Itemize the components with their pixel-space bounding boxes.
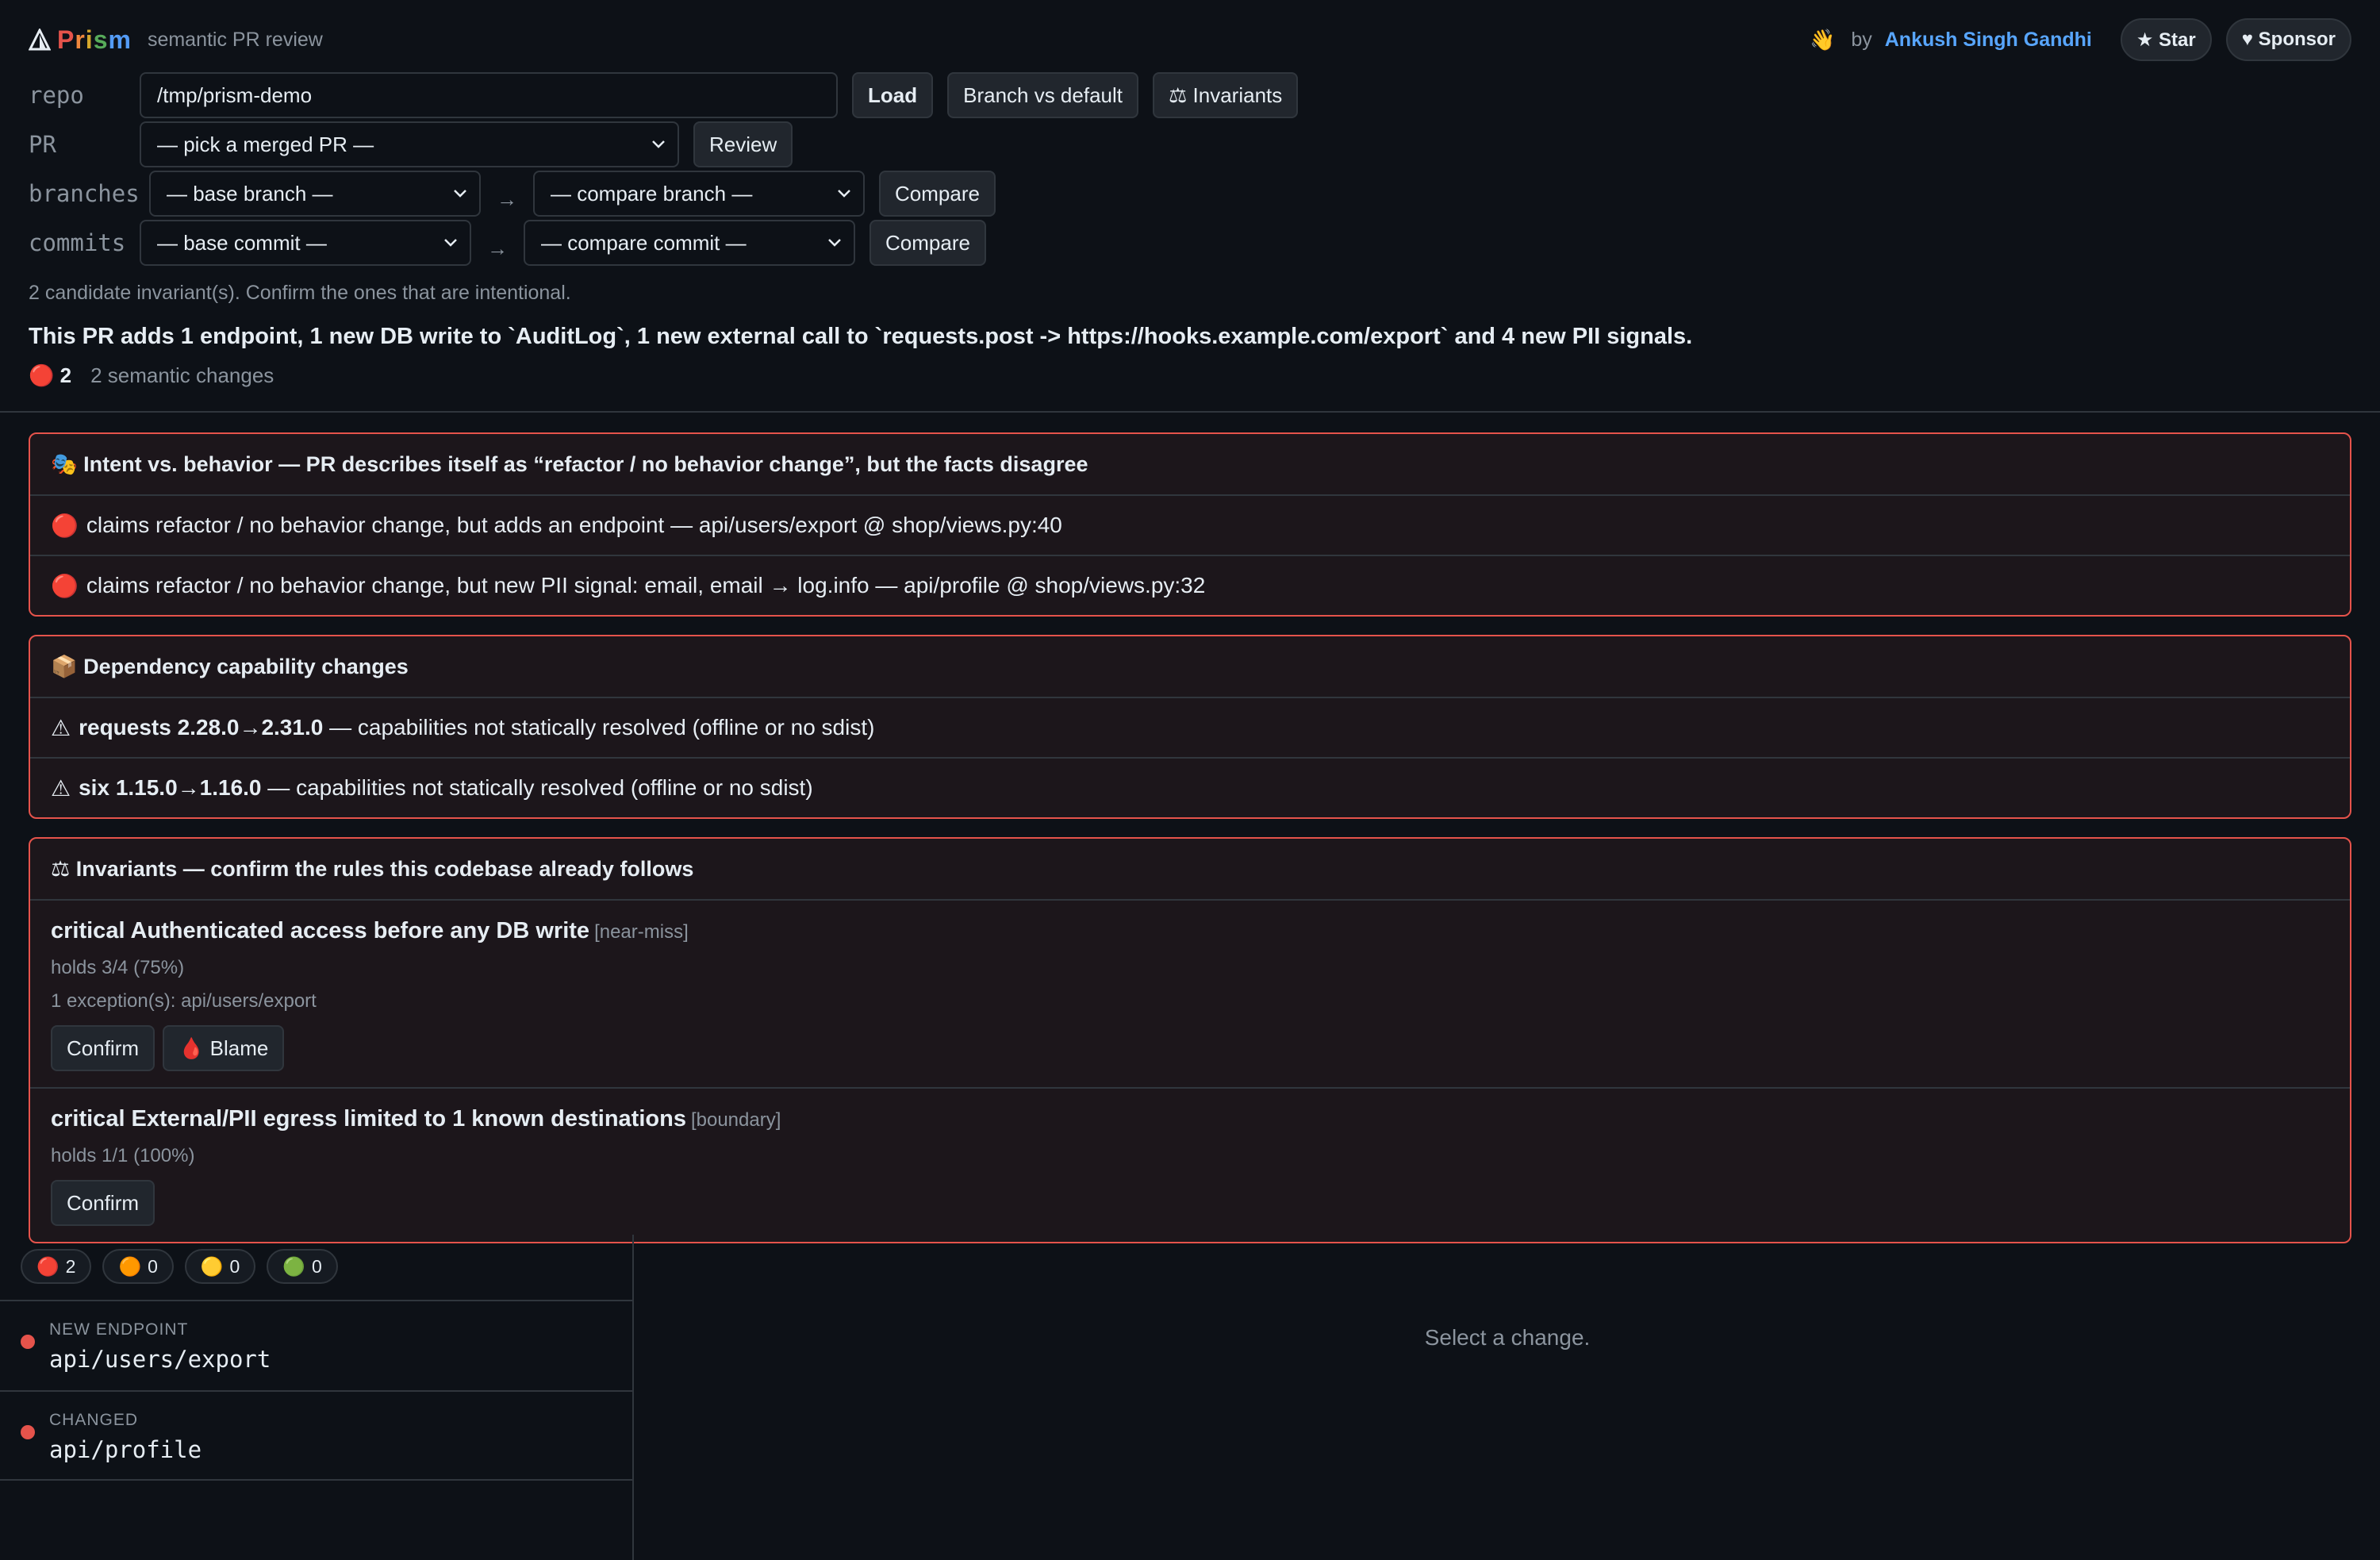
compare-commit-value: — compare commit — bbox=[541, 230, 747, 255]
change-list-item[interactable]: NEW ENDPOINT api/users/export bbox=[0, 1300, 632, 1390]
chevron-down-icon bbox=[828, 239, 841, 247]
divider bbox=[0, 411, 2380, 413]
orange-circle-icon: 🟠 bbox=[118, 1255, 142, 1277]
invariants-button[interactable]: ⚖ Invariants bbox=[1153, 72, 1299, 118]
dependency-package: six 1.15.0→1.16.0 bbox=[79, 775, 262, 800]
wave-icon: 👋 bbox=[1809, 27, 1836, 52]
red-count-badge: 🔴 2 bbox=[29, 363, 72, 387]
severity-dot bbox=[21, 1335, 35, 1349]
detail-placeholder: Select a change. bbox=[1424, 1325, 1591, 1350]
repo-row: repo /tmp/prism-demo Load Branch vs defa… bbox=[29, 72, 1299, 118]
prism-logo-icon bbox=[29, 29, 51, 51]
change-path: api/profile bbox=[49, 1436, 202, 1463]
invariant-tag: [boundary] bbox=[690, 1109, 781, 1131]
compare-branches-button[interactable]: Compare bbox=[879, 171, 996, 217]
invariant-title: critical Authenticated access before any… bbox=[51, 918, 689, 943]
star-button[interactable]: ★ Star bbox=[2120, 18, 2212, 61]
repo-input[interactable]: /tmp/prism-demo bbox=[140, 72, 838, 118]
intent-row-text: claims refactor / no behavior change, bu… bbox=[86, 573, 1206, 597]
change-list-pane: 🔴 2 🟠 0 🟡 0 🟢 0 NEW ENDPOINT api/users/expor… bbox=[0, 1235, 634, 1560]
invariant-tag: [near-miss] bbox=[594, 921, 689, 943]
invariant-title: critical External/PII egress limited to … bbox=[51, 1106, 781, 1132]
pr-select-value: — pick a merged PR — bbox=[157, 132, 374, 156]
repo-label: repo bbox=[29, 82, 84, 109]
yellow-circle-icon: 🟡 bbox=[200, 1255, 224, 1277]
dependency-panel-title: 📦 Dependency capability changes bbox=[51, 655, 409, 678]
change-path: api/users/export bbox=[49, 1346, 271, 1373]
dependency-row: ⚠ requests 2.28.0→2.31.0 — capabilities … bbox=[30, 697, 2350, 757]
change-kind: NEW ENDPOINT bbox=[49, 1320, 189, 1339]
dependency-package: requests 2.28.0→2.31.0 bbox=[79, 715, 324, 740]
commits-row: commits — base commit — → — compare comm… bbox=[29, 220, 986, 266]
dependency-text: — capabilities not statically resolved (… bbox=[323, 715, 875, 740]
dependency-row: ⚠ six 1.15.0→1.16.0 — capabilities not s… bbox=[30, 757, 2350, 817]
severity-summary: 🔴 2 2 semantic changes bbox=[29, 363, 274, 388]
dependency-text: — capabilities not statically resolved (… bbox=[261, 775, 813, 800]
app-title: Prism bbox=[57, 25, 132, 54]
chevron-down-icon bbox=[454, 190, 466, 198]
warning-icon: ⚠ bbox=[51, 775, 71, 801]
severity-filters: 🔴 2 🟠 0 🟡 0 🟢 0 bbox=[0, 1235, 632, 1300]
red-circle-icon: 🔴 bbox=[51, 573, 79, 598]
compare-commit-select[interactable]: — compare commit — bbox=[524, 220, 855, 266]
filter-chip-yellow[interactable]: 🟡 0 bbox=[184, 1249, 256, 1284]
invariant-item: critical Authenticated access before any… bbox=[30, 899, 2350, 1087]
invariant-item: critical External/PII egress limited to … bbox=[30, 1087, 2350, 1242]
pr-label: PR bbox=[29, 131, 56, 158]
load-button[interactable]: Load bbox=[852, 72, 934, 118]
base-branch-value: — base branch — bbox=[167, 181, 333, 206]
base-commit-value: — base commit — bbox=[157, 230, 327, 255]
review-button[interactable]: Review bbox=[693, 121, 793, 167]
red-circle-icon: 🔴 bbox=[36, 1255, 60, 1277]
chevron-down-icon bbox=[444, 239, 457, 247]
confirm-button[interactable]: Confirm bbox=[51, 1180, 155, 1226]
branches-row: branches — base branch — → — compare bra… bbox=[29, 171, 996, 217]
chevron-down-icon bbox=[652, 140, 665, 148]
warning-icon: ⚠ bbox=[51, 715, 71, 740]
commits-label: commits bbox=[29, 229, 126, 256]
change-list-item[interactable]: CHANGED api/profile bbox=[0, 1390, 632, 1481]
filter-chip-red[interactable]: 🔴 2 bbox=[21, 1249, 92, 1284]
chevron-down-icon bbox=[838, 190, 850, 198]
intent-row[interactable]: 🔴 claims refactor / no behavior change, … bbox=[30, 494, 2350, 555]
compare-branch-value: — compare branch — bbox=[551, 181, 753, 206]
compare-commits-button[interactable]: Compare bbox=[869, 220, 986, 266]
blame-button[interactable]: 🩸 Blame bbox=[163, 1025, 285, 1071]
red-circle-icon: 🔴 bbox=[51, 513, 79, 538]
change-kind: CHANGED bbox=[49, 1411, 139, 1429]
invariant-exceptions: 1 exception(s): api/users/export bbox=[51, 990, 317, 1012]
invariant-holds: holds 3/4 (75%) bbox=[51, 957, 185, 978]
pr-summary: This PR adds 1 endpoint, 1 new DB write … bbox=[29, 324, 1693, 349]
invariants-panel: ⚖ Invariants — confirm the rules this co… bbox=[29, 837, 2351, 1243]
invariant-holds: holds 1/1 (100%) bbox=[51, 1145, 195, 1166]
semantic-changes-count: 2 semantic changes bbox=[90, 363, 274, 387]
pr-select[interactable]: — pick a merged PR — bbox=[140, 121, 679, 167]
sponsor-button[interactable]: ♥ Sponsor bbox=[2225, 18, 2351, 61]
base-branch-select[interactable]: — base branch — bbox=[149, 171, 481, 217]
intent-panel-title: 🎭 Intent vs. behavior — PR describes its… bbox=[51, 452, 1088, 476]
branch-vs-default-button[interactable]: Branch vs default bbox=[947, 72, 1138, 118]
intent-row[interactable]: 🔴 claims refactor / no behavior change, … bbox=[30, 555, 2350, 615]
intent-row-text: claims refactor / no behavior change, bu… bbox=[86, 513, 1062, 537]
invariant-note: 2 candidate invariant(s). Confirm the on… bbox=[29, 282, 571, 304]
dependency-panel: 📦 Dependency capability changes ⚠ reques… bbox=[29, 635, 2351, 819]
green-circle-icon: 🟢 bbox=[282, 1255, 305, 1277]
tagline: semantic PR review bbox=[147, 28, 323, 51]
arrow-icon: → bbox=[497, 186, 517, 211]
filter-chip-orange[interactable]: 🟠 0 bbox=[102, 1249, 174, 1284]
intent-panel: 🎭 Intent vs. behavior — PR describes its… bbox=[29, 432, 2351, 617]
compare-branch-select[interactable]: — compare branch — bbox=[533, 171, 865, 217]
arrow-icon: → bbox=[487, 236, 508, 260]
filter-chip-green[interactable]: 🟢 0 bbox=[267, 1249, 338, 1284]
base-commit-select[interactable]: — base commit — bbox=[140, 220, 471, 266]
by-label: by bbox=[1851, 28, 1872, 51]
author-link[interactable]: Ankush Singh Gandhi bbox=[1885, 29, 2092, 52]
invariants-panel-title: ⚖ Invariants — confirm the rules this co… bbox=[51, 856, 694, 881]
header-bar: Prism semantic PR review 👋 by Ankush Sin… bbox=[29, 17, 2351, 62]
severity-dot bbox=[21, 1425, 35, 1439]
branches-label: branches bbox=[29, 180, 140, 207]
confirm-button[interactable]: Confirm bbox=[51, 1025, 155, 1071]
pr-row: PR — pick a merged PR — Review bbox=[29, 121, 793, 167]
